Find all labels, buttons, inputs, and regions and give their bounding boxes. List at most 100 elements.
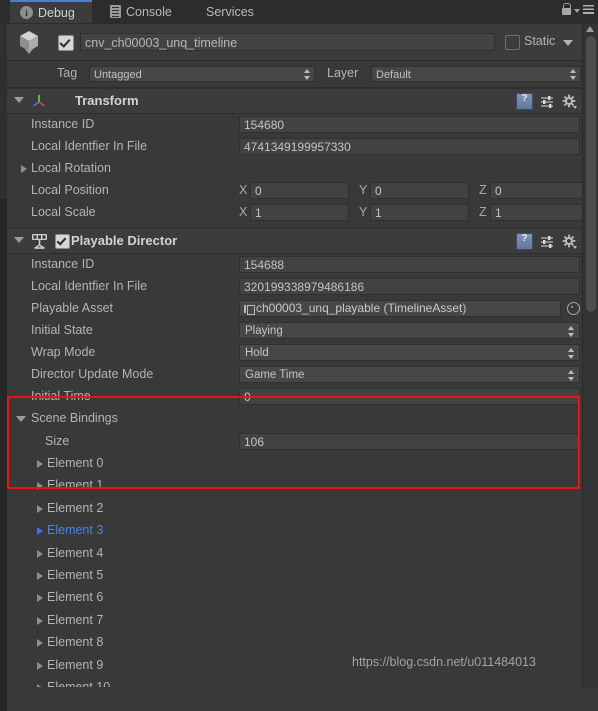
layer-label: Layer [327,66,359,80]
wrap-mode-dropdown[interactable]: Hold [239,344,580,361]
foldout-icon[interactable] [37,639,43,648]
foldout-icon[interactable] [21,165,27,173]
chevron-down-icon[interactable] [574,9,580,13]
axis-label-x: X [239,183,248,197]
list-item-label: Element 1 [47,478,104,493]
value-field[interactable]: 320199338979486186 [239,278,580,295]
row-label: Instance ID [31,117,95,131]
component-title-transform: Transform [75,93,139,108]
axis-label-x: X [239,205,248,219]
watermark-text: https://blog.csdn.net/u011484013 [352,655,536,669]
static-label: Static [524,34,556,48]
gear-icon[interactable] [562,234,577,249]
transform-axis-icon [33,95,45,107]
value-field[interactable]: 4741349199957330 [239,138,580,155]
row-director-instance-id: Instance ID 154688 [7,254,583,276]
layer-dropdown[interactable]: Default [371,66,581,82]
tag-dropdown[interactable]: Untagged [89,66,315,82]
scroll-up-icon[interactable] [586,26,594,32]
component-header-transform[interactable]: Transform [7,88,583,114]
value-field[interactable]: 154688 [239,256,580,273]
tab-services[interactable]: Services [196,0,276,23]
director-update-mode-dropdown[interactable]: Game Time [239,366,580,383]
component-enabled-checkbox[interactable] [55,234,70,249]
foldout-icon[interactable] [37,616,43,625]
row-playable-asset: Playable Asset ch00003_unq_playable (Tim… [7,298,583,320]
list-item-label: Element 0 [47,456,104,470]
size-input[interactable]: 106 [239,433,580,450]
component-header-playable-director[interactable]: Playable Director [7,228,583,254]
component-header-icons-playable-director [516,233,577,250]
scrollbar-thumb[interactable] [586,36,596,312]
value-field[interactable]: 154680 [239,116,580,133]
row-label: Initial Time [31,389,91,403]
scale-z-input[interactable]: 1 [490,204,583,221]
axis-label-y: Y [359,205,368,219]
size-label: Size [45,434,70,448]
list-item-label: Element 6 [47,590,104,605]
foldout-icon[interactable] [16,416,26,422]
list-item[interactable]: Element 8 [7,632,583,654]
playable-asset-object-field[interactable]: ch00003_unq_playable (TimelineAsset) [239,300,561,317]
director-update-mode-value: Game Time [245,369,305,381]
value-field[interactable]: 0 [239,388,580,405]
foldout-icon[interactable] [37,527,43,536]
initial-state-dropdown[interactable]: Playing [239,322,580,339]
list-item-label: Element 5 [47,567,104,582]
row-label: Wrap Mode [31,345,96,359]
foldout-icon[interactable] [37,482,43,491]
foldout-icon[interactable] [14,237,24,243]
scale-x-input[interactable]: 1 [250,204,349,221]
tag-layer-row: Tag Untagged Layer Default [7,61,583,88]
list-item[interactable]: Element 5 [7,565,583,587]
foldout-icon[interactable] [37,504,43,513]
foldout-icon[interactable] [37,549,43,558]
component-title-playable-director: Playable Director [71,233,178,248]
row-director-local-identifier: Local Identfier In File 3201993389794861… [7,276,583,298]
row-transform-local-rotation[interactable]: Local Rotation [7,158,583,180]
row-scene-bindings[interactable]: Scene Bindings [7,408,583,431]
list-item-label: Element 7 [47,612,104,627]
tab-console[interactable]: Console [100,0,192,23]
position-x-input[interactable]: 0 [250,182,349,199]
list-item[interactable]: Element 7 [7,610,583,632]
menu-icon[interactable] [583,5,594,14]
foldout-icon[interactable] [37,571,43,580]
list-item[interactable]: Element 0 [7,453,583,475]
gameobject-enabled-checkbox[interactable] [58,35,74,51]
foldout-icon[interactable] [37,460,43,468]
static-dropdown-icon[interactable] [563,40,573,46]
scale-y-input[interactable]: 1 [370,204,469,221]
row-initial-time: Initial Time 0 [7,386,583,408]
position-y-input[interactable]: 0 [370,182,469,199]
object-picker-icon[interactable] [567,302,580,315]
row-initial-state: Initial State Playing [7,320,583,342]
foldout-icon[interactable] [14,97,24,103]
tab-debug[interactable]: i Debug [10,0,92,23]
preset-sliders-icon[interactable] [540,235,555,249]
foldout-icon[interactable] [37,661,43,670]
help-icon[interactable] [516,233,533,250]
axis-label-y: Y [359,183,368,197]
position-z-input[interactable]: 0 [490,182,583,199]
list-item[interactable]: Element 2 [7,498,583,520]
component-header-icons-transform [516,93,577,110]
list-item[interactable]: Element 6 [7,587,583,609]
list-item[interactable]: Element 1 [7,475,583,497]
gear-icon[interactable] [562,94,577,109]
list-item-selected[interactable]: Element 3 [7,520,583,542]
list-item[interactable]: Element 4 [7,543,583,565]
foldout-icon[interactable] [37,594,43,603]
row-transform-local-scale: Local Scale X 1 Y 1 Z 1 [7,202,583,224]
help-icon[interactable] [516,93,533,110]
gameobject-name-input[interactable]: cnv_ch00003_unq_timeline [80,33,495,51]
chevron-updown-icon [568,326,575,337]
lock-icon[interactable] [562,3,571,15]
vertical-scrollbar[interactable] [582,24,598,687]
preset-sliders-icon[interactable] [540,95,555,109]
tag-value: Untagged [94,69,142,81]
row-label: Local Scale [31,205,96,219]
static-checkbox[interactable] [505,35,520,50]
info-icon: i [20,6,33,19]
list-item[interactable]: Element 10 [7,677,583,687]
